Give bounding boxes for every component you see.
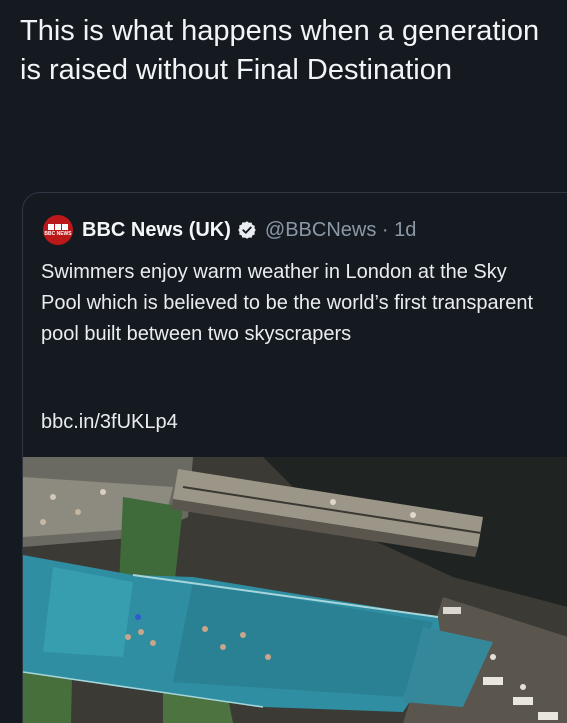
avatar[interactable]: BBC NEWS bbox=[43, 215, 73, 245]
tweet-link[interactable]: bbc.in/3fUKLp4 bbox=[41, 411, 178, 434]
bbc-logo-icon bbox=[48, 223, 68, 230]
post-caption: This is what happens when a generation i… bbox=[20, 15, 540, 86]
display-name[interactable]: BBC News (UK) bbox=[82, 219, 231, 242]
verified-badge-icon bbox=[238, 221, 256, 239]
handle-and-timestamp[interactable]: @BBCNews · 1d bbox=[265, 219, 416, 242]
avatar-logo-text: BBC NEWS bbox=[44, 230, 72, 237]
quoted-tweet-card[interactable]: BBC NEWS BBC News (UK) @BBCNews · 1d Swi… bbox=[22, 192, 567, 723]
quoted-tweet-header: BBC NEWS BBC News (UK) @BBCNews · 1d bbox=[43, 213, 416, 247]
tweet-text: Swimmers enjoy warm weather in London at… bbox=[41, 261, 534, 345]
aerial-sky-pool-photo[interactable] bbox=[23, 457, 567, 723]
